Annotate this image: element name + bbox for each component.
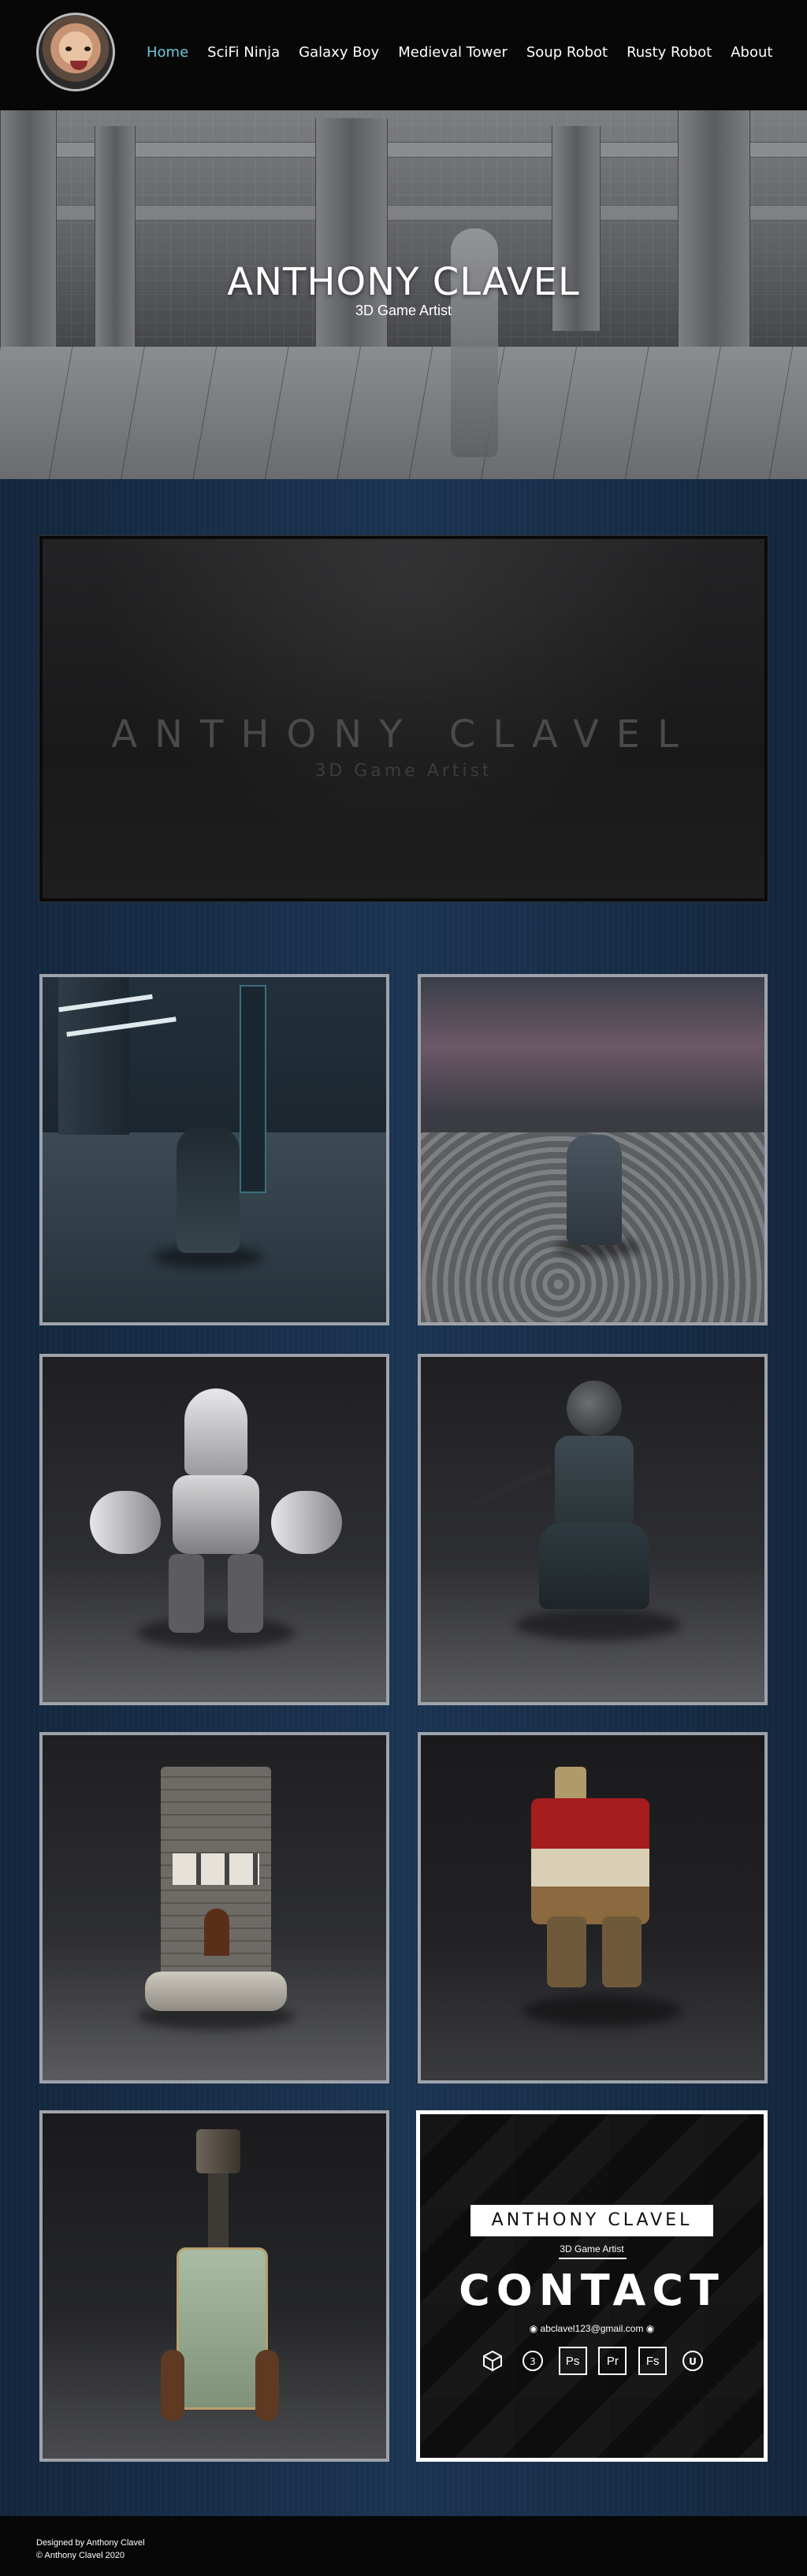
hero-banner: ANTHONY CLAVEL 3D Game Artist bbox=[0, 110, 807, 479]
portfolio-section: ANTHONY CLAVEL 3D Game Artist ANTHONY CL… bbox=[0, 479, 807, 2516]
contact-email[interactable]: ◉ abclavel123@gmail.com ◉ bbox=[420, 2323, 764, 2334]
photoshop-icon: Ps bbox=[558, 2347, 587, 2375]
nav-soup-robot[interactable]: Soup Robot bbox=[517, 44, 617, 61]
video-subtitle: 3D Game Artist bbox=[314, 761, 493, 781]
fuse-icon: Fs bbox=[638, 2347, 668, 2375]
email-text: abclavel123@gmail.com bbox=[540, 2323, 644, 2334]
3dsmax-icon: 3 bbox=[519, 2347, 547, 2375]
galaxy-boy-robot-image[interactable] bbox=[39, 1354, 389, 1705]
avatar[interactable] bbox=[36, 13, 115, 91]
showreel-video[interactable]: ANTHONY CLAVEL 3D Game Artist bbox=[39, 536, 768, 901]
at-icon: ◉ bbox=[529, 2323, 538, 2334]
hero-title: ANTHONY CLAVEL bbox=[227, 260, 580, 304]
site-header: Home SciFi Ninja Galaxy Boy Medieval Tow… bbox=[0, 0, 807, 110]
contact-heading: CONTACT bbox=[459, 2266, 725, 2315]
nav-medieval-tower[interactable]: Medieval Tower bbox=[389, 44, 517, 61]
contact-role: 3D Game Artist bbox=[560, 2243, 624, 2254]
scifi-ninja-render-image[interactable] bbox=[418, 1354, 768, 1705]
unreal-icon: U bbox=[679, 2347, 707, 2375]
svg-text:U: U bbox=[689, 2356, 697, 2367]
main-nav: Home SciFi Ninja Galaxy Boy Medieval Tow… bbox=[137, 44, 782, 61]
scifi-ninja-corridor-image[interactable] bbox=[39, 974, 389, 1325]
medieval-tower-image[interactable] bbox=[39, 1732, 389, 2083]
premiere-icon: Pr bbox=[598, 2347, 627, 2375]
soup-robot-image[interactable] bbox=[418, 1732, 768, 2083]
footer-credit: Designed by Anthony Clavel bbox=[36, 2538, 145, 2548]
software-icons: 3 Ps Pr Fs U bbox=[478, 2347, 707, 2375]
rusty-robot-image[interactable] bbox=[39, 2110, 389, 2462]
contact-name: ANTHONY CLAVEL bbox=[470, 2205, 713, 2236]
contact-card[interactable]: ANTHONY CLAVEL 3D Game Artist CONTACT ◉ … bbox=[416, 2110, 768, 2462]
divider bbox=[559, 2258, 627, 2259]
nav-about[interactable]: About bbox=[721, 44, 782, 61]
svg-text:3: 3 bbox=[530, 2356, 536, 2367]
at-icon: ◉ bbox=[645, 2323, 655, 2334]
nav-galaxy-boy[interactable]: Galaxy Boy bbox=[289, 44, 389, 61]
nav-rusty-robot[interactable]: Rusty Robot bbox=[617, 44, 721, 61]
unity-icon bbox=[478, 2347, 507, 2375]
hero-subtitle: 3D Game Artist bbox=[355, 303, 452, 318]
footer-copyright: © Anthony Clavel 2020 bbox=[36, 2551, 125, 2560]
video-title: ANTHONY CLAVEL bbox=[111, 712, 696, 756]
galaxy-boy-moon-image[interactable] bbox=[418, 974, 768, 1325]
nav-home[interactable]: Home bbox=[137, 44, 198, 61]
nav-scifi-ninja[interactable]: SciFi Ninja bbox=[198, 44, 289, 61]
site-footer: Designed by Anthony Clavel © Anthony Cla… bbox=[0, 2516, 807, 2576]
